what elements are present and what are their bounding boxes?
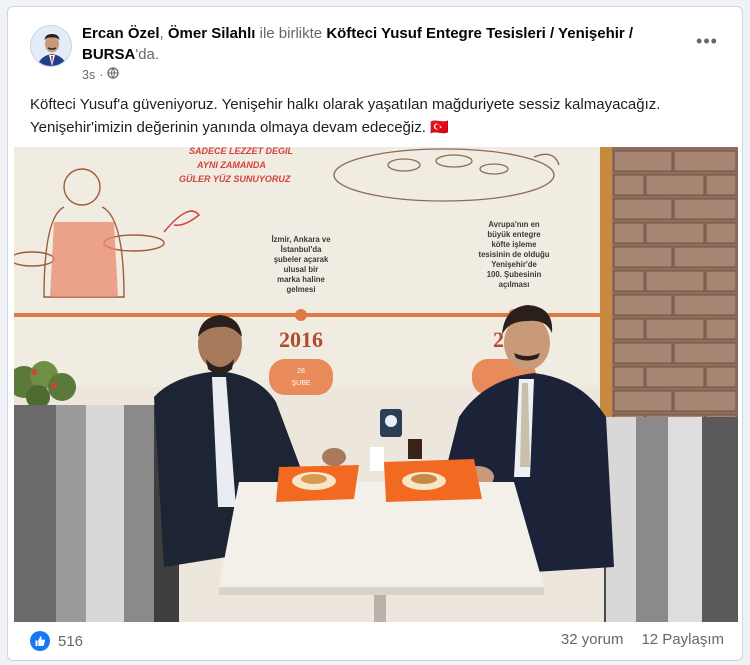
year-2016-badge [269,359,333,395]
milestone-2-line-1: Avrupa'nın en [488,220,540,229]
milestone-2-line-4: tesisinin de olduğu [478,250,549,259]
location-link-2[interactable]: BURSA [82,46,135,63]
post-header-text: Ercan Özel, Ömer Silahlı ile birlikte Kö… [82,23,672,65]
post-message: Köfteci Yusuf'a güveniyoruz. Yenişehir h… [30,96,661,136]
author-avatar[interactable] [30,25,72,67]
coauthor-name[interactable]: Ömer Silahlı [168,25,256,42]
milestone-2-line-6: 100. Şubesinin [487,270,542,279]
meta-dot: · [99,67,104,82]
globe-icon[interactable] [107,67,120,82]
more-options-button[interactable]: ••• [692,31,722,55]
milestone-2-line-7: açılması [499,280,530,289]
milestone-1-line-3: şubeler açarak [274,255,329,264]
wall-slogan-1: SADECE LEZZET DEĞİL [189,147,293,156]
post-footer: 516 32 yorum 12 Paylaşım [30,631,726,655]
milestone-1-line-2: İstanbul'da [281,245,323,254]
year-2016: 2016 [279,327,323,352]
milestone-1-line-4: ulusal bir [284,265,319,274]
wall-slogan-3: GÜLER YÜZ SUNUYORUZ [179,174,291,184]
comments-count[interactable]: 32 yorum [561,631,624,648]
with-text: ile birlikte [259,25,323,42]
left-booth [14,405,179,622]
like-count: 516 [58,632,84,650]
milestone-2-line-2: büyük entegre [487,230,541,239]
badge-count: 28 [297,368,305,375]
milestone-1-line-1: İzmir, Ankara ve [271,235,331,244]
turkey-flag-emoji: 🇹🇷 [430,119,449,136]
milestone-1-line-5: marka haline [277,275,325,284]
post-card: Ercan Özel, Ömer Silahlı ile birlikte Kö… [7,6,743,661]
like-reaction-icon [30,631,50,651]
milestone-2-line-3: köfte işleme [491,240,537,249]
post-photo[interactable]: SADECE LEZZET DEĞİL AYNI ZAMANDA GÜLER Y… [14,147,738,622]
author-name[interactable]: Ercan Özel [82,25,160,42]
badge-label: ŞUBE [291,380,310,387]
timeline-dot-1 [295,309,307,321]
wall-slogan-2: AYNI ZAMANDA [196,160,266,170]
brick-wall [600,147,738,447]
milestone-2-line-5: Yenişehir'de [491,260,537,269]
post-header: Ercan Özel, Ömer Silahlı ile birlikte Kö… [30,21,726,87]
right-booth [604,417,738,622]
post-meta: 3s · [82,67,120,82]
post-time[interactable]: 3s [82,68,95,82]
post-text: Köfteci Yusuf'a güveniyoruz. Yenişehir h… [30,93,720,139]
engagement-counts: 32 yorum 12 Paylaşım [561,631,724,648]
shares-count[interactable]: 12 Paylaşım [641,631,724,648]
location-link[interactable]: Köfteci Yusuf Entegre Tesisleri / Yenişe… [326,25,633,42]
location-suffix: 'da. [135,46,160,63]
name-separator: , [159,25,164,42]
reactions-summary[interactable]: 516 [30,631,83,651]
milestone-1-line-6: gelmesi [286,285,315,294]
